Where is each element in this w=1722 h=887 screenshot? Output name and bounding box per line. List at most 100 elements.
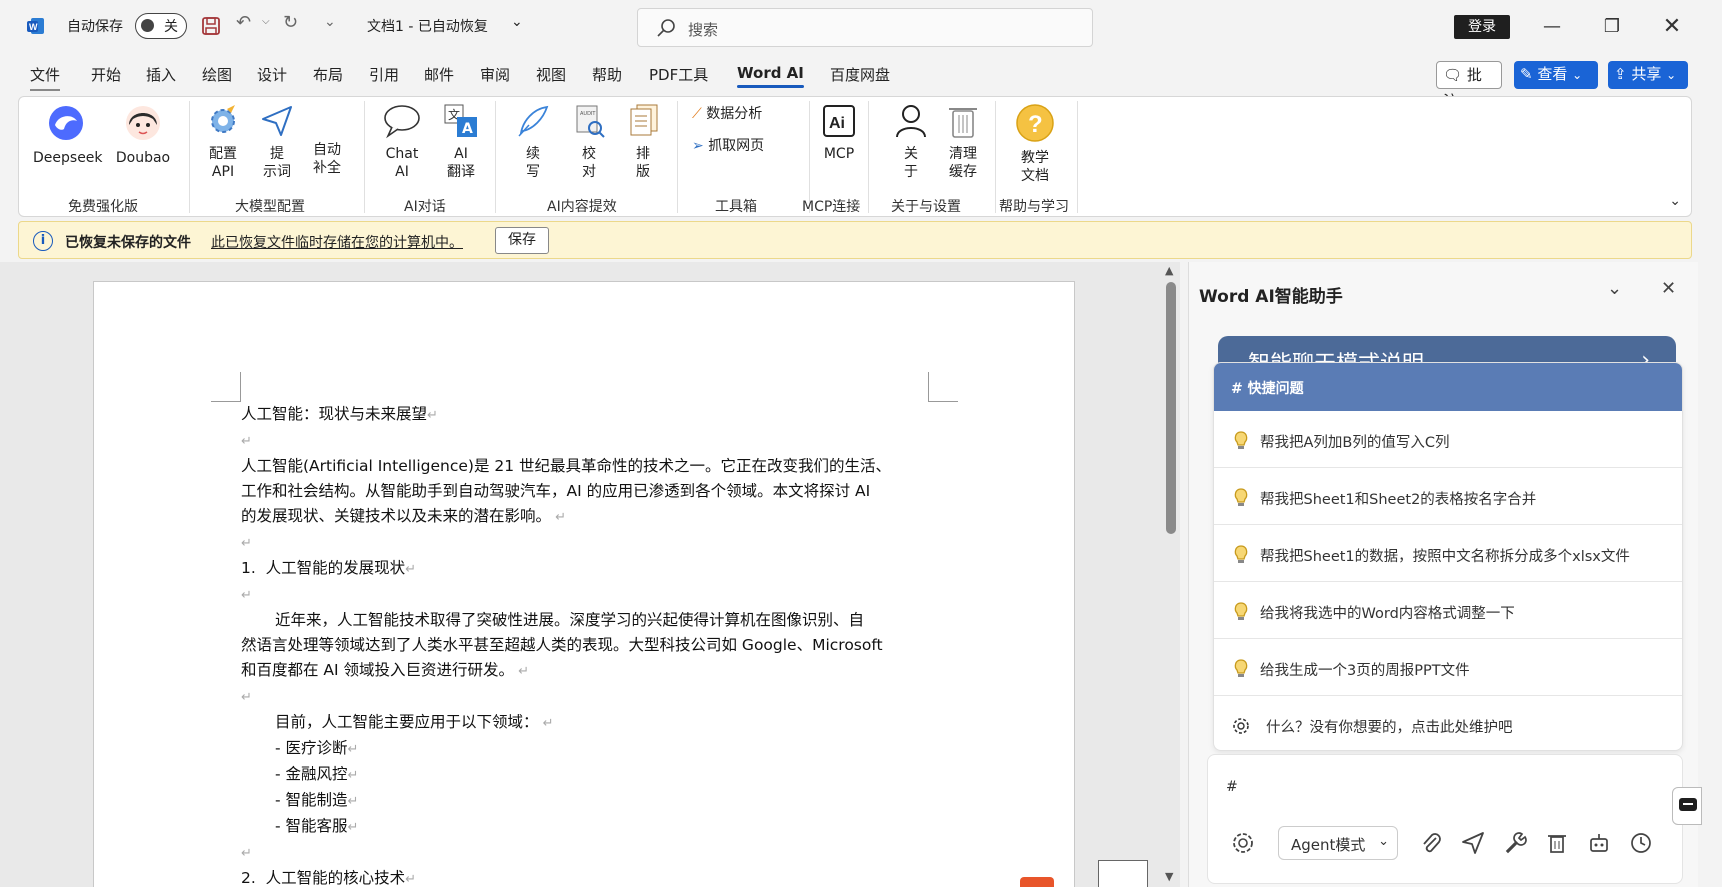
trash-icon[interactable] (1544, 830, 1570, 856)
tutorial-label: 教学 文档 (1021, 150, 1049, 184)
menu-baidu-pan[interactable]: 百度网盘 (830, 64, 890, 85)
menu-pdf-tools[interactable]: PDF工具 (649, 64, 708, 85)
deepseek-button[interactable]: Deepseek (33, 103, 103, 167)
toggle-knob (141, 19, 154, 32)
menu-insert[interactable]: 插入 (146, 64, 176, 85)
comment-button[interactable]: 🗨 批注 (1436, 61, 1502, 110)
autocomplete-button[interactable]: 自动 补全 (305, 141, 349, 177)
save-icon[interactable] (201, 16, 221, 36)
close-panel-icon[interactable]: ✕ (1661, 278, 1676, 299)
restore-icon[interactable]: ❐ (1592, 12, 1632, 42)
floating-badge[interactable] (1020, 877, 1054, 887)
chat-ai-button[interactable]: Chat AI (379, 103, 425, 181)
chat-input-area[interactable]: # Agent模式 ⌄ (1207, 754, 1683, 884)
clear-cache-button[interactable]: 清理 缓存 (941, 103, 985, 181)
undo-dropdown-icon[interactable]: ⌵ (262, 16, 270, 27)
continue-write-button[interactable]: 续 写 (513, 103, 553, 181)
document-body[interactable]: 人工智能：现状与未来展望↵ ↵ 人工智能(Artificial Intellig… (241, 402, 961, 887)
floating-widget[interactable] (1098, 860, 1148, 887)
prompt-button[interactable]: 提 示词 (257, 103, 297, 181)
login-button[interactable]: 登录 (1454, 15, 1510, 39)
doc-line: ↵ (241, 536, 252, 551)
notice-save-button[interactable]: 保存 (495, 227, 549, 254)
ai-translate-button[interactable]: 文 A AI 翻译 (439, 103, 483, 181)
minimize-icon[interactable]: — (1532, 12, 1572, 42)
notice-link[interactable]: 此已恢复文件临时存储在您的计算机中。 (211, 232, 463, 252)
menu-home[interactable]: 开始 (91, 64, 121, 85)
autocomplete-label: 自动 补全 (313, 142, 341, 176)
lightbulb-icon (1234, 431, 1248, 449)
fetch-webpage-label: 抓取网页 (708, 138, 765, 154)
config-api-button[interactable]: 配置 API (201, 103, 245, 181)
quick-question-item[interactable]: 给我将我选中的Word内容格式调整一下 (1214, 582, 1682, 639)
format-button[interactable]: 排 版 (623, 103, 663, 181)
menu-word-ai[interactable]: Word AI (737, 64, 804, 88)
doubao-button[interactable]: Doubao (113, 103, 173, 167)
ribbon: Deepseek Doubao 免费强化版 配置 API 提 示词 自动 补全 … (18, 96, 1692, 217)
menu-draw[interactable]: 绘图 (202, 64, 232, 85)
menu-review[interactable]: 审阅 (480, 64, 510, 85)
menu-references[interactable]: 引用 (369, 64, 399, 85)
view-button[interactable]: ✎ 查看 ⌄ (1514, 61, 1598, 89)
history-clock-icon[interactable] (1628, 830, 1654, 856)
menu-mailings[interactable]: 邮件 (424, 64, 454, 85)
settings-icon (1233, 718, 1249, 734)
robot-icon[interactable] (1586, 830, 1612, 856)
fetch-webpage-button[interactable]: ➢ 抓取网页 (692, 137, 764, 155)
data-analysis-button[interactable]: ⟋ 数据分析 (692, 105, 762, 123)
data-analysis-label: 数据分析 (706, 106, 763, 122)
document-scrollbar[interactable]: ▲ ▼ (1163, 262, 1179, 887)
quick-question-item[interactable]: 帮我把Sheet1和Sheet2的表格按名字合并 (1214, 468, 1682, 525)
chevron-down-icon[interactable]: ⌄ (511, 14, 523, 30)
scroll-up-icon[interactable]: ▲ (1165, 264, 1173, 277)
doc-heading: 人工智能：现状与未来展望↵ (241, 405, 438, 423)
document-page[interactable]: 人工智能：现状与未来展望↵ ↵ 人工智能(Artificial Intellig… (93, 281, 1075, 887)
share-button[interactable]: ⇪ 共享 ⌄ (1608, 61, 1688, 89)
group-label-toolbox: 工具箱 (715, 199, 757, 215)
menu-file[interactable]: 文件 (30, 64, 61, 91)
quick-question-item[interactable]: 给我生成一个3页的周报PPT文件 (1214, 639, 1682, 696)
menu-layout[interactable]: 布局 (313, 64, 343, 85)
mode-select[interactable]: Agent模式 ⌄ (1278, 826, 1398, 860)
chevron-down-icon[interactable]: ⌄ (1607, 278, 1622, 299)
send-icon[interactable] (1460, 830, 1486, 856)
scroll-down-icon[interactable]: ▼ (1165, 870, 1173, 883)
user-icon (896, 105, 926, 138)
maintain-questions-item[interactable]: 什么？没有你想要的，点击此处维护吧 (1214, 696, 1682, 750)
menu-view[interactable]: 视图 (536, 64, 566, 85)
translate-icon: 文 A (444, 104, 477, 137)
undo-icon[interactable]: ↶ (236, 12, 251, 33)
doc-line: 工作和社会结构。从智能助手到自动驾驶汽车，AI 的应用已渗透到各个领域。本文将探… (241, 482, 871, 500)
quick-question-item[interactable]: 帮我把Sheet1的数据，按照中文名称拆分成多个xlsx文件 (1214, 525, 1682, 582)
deepseek-icon (49, 106, 83, 140)
paperclip-icon[interactable] (1418, 830, 1444, 856)
side-chat-tab[interactable] (1672, 787, 1702, 825)
redo-icon[interactable]: ↻ (283, 12, 298, 33)
chat-input[interactable]: # (1226, 779, 1238, 795)
mcp-label: MCP (823, 146, 855, 162)
proofread-button[interactable]: AUDIT 校 对 (569, 103, 609, 181)
doc-heading: 2. 人工智能的核心技术↵ (241, 869, 417, 887)
menu-design[interactable]: 设计 (257, 64, 287, 85)
quick-question-item[interactable]: 帮我把A列加B列的值写入C列 (1214, 411, 1682, 468)
mcp-button[interactable]: Ai MCP (815, 103, 863, 163)
format-label: 排 版 (636, 146, 650, 180)
chevron-down-icon: ⌄ (1378, 834, 1389, 849)
search-input[interactable]: 搜索 (637, 8, 1093, 47)
svg-text:AUDIT: AUDIT (580, 111, 596, 117)
menu-help[interactable]: 帮助 (592, 64, 622, 85)
share-label: 共享 (1631, 65, 1662, 83)
document-title[interactable]: 文档1 - 已自动恢复 (367, 16, 488, 36)
about-button[interactable]: 关 于 (891, 103, 931, 181)
collapse-ribbon-icon[interactable]: ⌄ (1669, 193, 1681, 209)
scrollbar-thumb[interactable] (1166, 282, 1176, 534)
settings-icon[interactable] (1230, 830, 1256, 856)
close-icon[interactable]: ✕ (1652, 12, 1692, 42)
doubao-label: Doubao (115, 150, 171, 166)
tutorial-button[interactable]: ? 教学 文档 (1013, 103, 1057, 185)
customize-toolbar-icon[interactable]: ⌄ (324, 14, 336, 30)
wrench-icon[interactable] (1502, 830, 1528, 856)
autosave-toggle[interactable]: 关 (135, 13, 187, 39)
doc-line: ↵ (241, 846, 252, 861)
info-icon: i (33, 231, 53, 251)
